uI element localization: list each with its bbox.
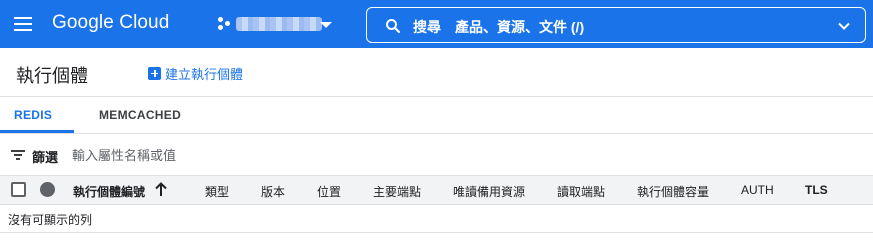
divider [0,96,873,97]
select-all-checkbox[interactable] [11,182,26,197]
search-label: 搜尋 [413,19,441,35]
tab-memcached[interactable]: MEMCACHED [99,108,181,122]
column-header-instance-capacity[interactable]: 執行個體容量 [637,183,709,200]
column-header-location[interactable]: 位置 [317,183,341,200]
dropdown-caret-icon [320,22,332,28]
search-hint: 產品、資源、文件 (/) [455,19,585,35]
divider [0,133,873,134]
project-name-redacted [236,17,322,31]
search-bar[interactable]: 搜尋 產品、資源、文件 (/) [366,7,866,43]
column-header-instance-id[interactable]: 執行個體編號 [73,183,145,200]
google-cloud-logo[interactable]: Google Cloud [52,12,169,34]
sort-ascending-icon[interactable] [154,181,168,197]
column-header-read-replicas[interactable]: 唯讀備用資源 [453,183,525,200]
hamburger-menu-icon[interactable] [10,12,36,36]
top-app-bar: Google Cloud 搜尋 產品、資源、文件 (/) [0,0,873,48]
search-icon [386,19,401,34]
filter-label: 篩選 [32,150,59,165]
add-box-icon [148,66,161,80]
tab-redis[interactable]: REDIS [14,108,52,122]
project-selector[interactable] [214,10,340,38]
filter-icon[interactable] [11,150,25,161]
create-instance-label: 建立執行個體 [165,66,244,82]
empty-table-message: 沒有可顯示的列 [8,213,93,227]
column-header-auth[interactable]: AUTH [741,183,774,197]
column-header-tls[interactable]: TLS [805,183,828,197]
column-header-version[interactable]: 版本 [261,183,285,200]
column-header-read-endpoint[interactable]: 讀取端點 [557,183,605,200]
page-title: 執行個體 [16,66,88,86]
divider [0,204,873,205]
divider [0,232,873,233]
chevron-down-icon[interactable] [837,19,851,33]
filter-input[interactable] [72,146,372,164]
column-header-type[interactable]: 類型 [205,183,229,200]
column-header-primary-endpoint[interactable]: 主要端點 [373,183,421,200]
create-instance-button[interactable]: 建立執行個體 [148,63,243,83]
project-dots-icon [218,17,232,31]
status-icon [40,182,55,197]
